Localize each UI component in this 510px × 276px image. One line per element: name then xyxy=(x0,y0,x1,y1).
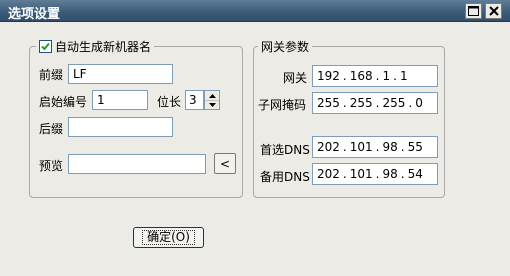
suffix-label: 后缀 xyxy=(39,122,64,136)
title-bar[interactable]: 选项设置 xyxy=(0,0,510,22)
preview-button[interactable]: < xyxy=(214,153,236,174)
auto-generate-label: 自动生成新机器名 xyxy=(55,40,152,54)
start-number-label: 启始编号 xyxy=(39,95,88,109)
subnet-label: 子网掩码 xyxy=(258,98,307,112)
prefix-input[interactable]: LF xyxy=(68,64,173,84)
maximize-icon xyxy=(468,6,479,16)
digits-label: 位长 xyxy=(157,95,182,109)
suffix-input[interactable] xyxy=(68,117,173,137)
window-title: 选项设置 xyxy=(8,7,61,22)
spin-down-icon[interactable] xyxy=(205,100,219,109)
subnet-ip-input[interactable]: 255. 255. 255. 0 xyxy=(312,92,438,114)
maximize-button[interactable] xyxy=(465,3,482,19)
digits-input[interactable]: 3 xyxy=(185,90,204,110)
dns2-label: 备用DNS xyxy=(260,170,310,184)
close-icon xyxy=(488,6,499,16)
auto-generate-checkbox[interactable] xyxy=(39,40,52,53)
preview-label: 预览 xyxy=(39,159,64,173)
network-group-title: 网关参数 xyxy=(261,40,310,54)
dns2-ip-input[interactable]: 202. 101. 98. 54 xyxy=(312,163,438,185)
preview-input[interactable] xyxy=(68,154,206,174)
ok-button-label: 确定(O) xyxy=(142,230,195,245)
close-button[interactable] xyxy=(485,3,502,19)
gateway-ip-input[interactable]: 192. 168. 1. 1 xyxy=(312,65,438,87)
digits-spinner[interactable] xyxy=(204,90,220,110)
dns1-label: 首选DNS xyxy=(260,143,310,157)
dns1-ip-input[interactable]: 202. 101. 98. 55 xyxy=(312,136,438,158)
auto-generate-option[interactable]: 自动生成新机器名 xyxy=(36,38,155,55)
prefix-label: 前缀 xyxy=(39,68,64,82)
start-number-input[interactable]: 1 xyxy=(92,90,148,110)
check-icon xyxy=(41,42,50,51)
ok-button[interactable]: 确定(O) xyxy=(133,227,204,248)
spin-up-icon[interactable] xyxy=(205,91,219,100)
gateway-label: 网关 xyxy=(283,71,308,85)
